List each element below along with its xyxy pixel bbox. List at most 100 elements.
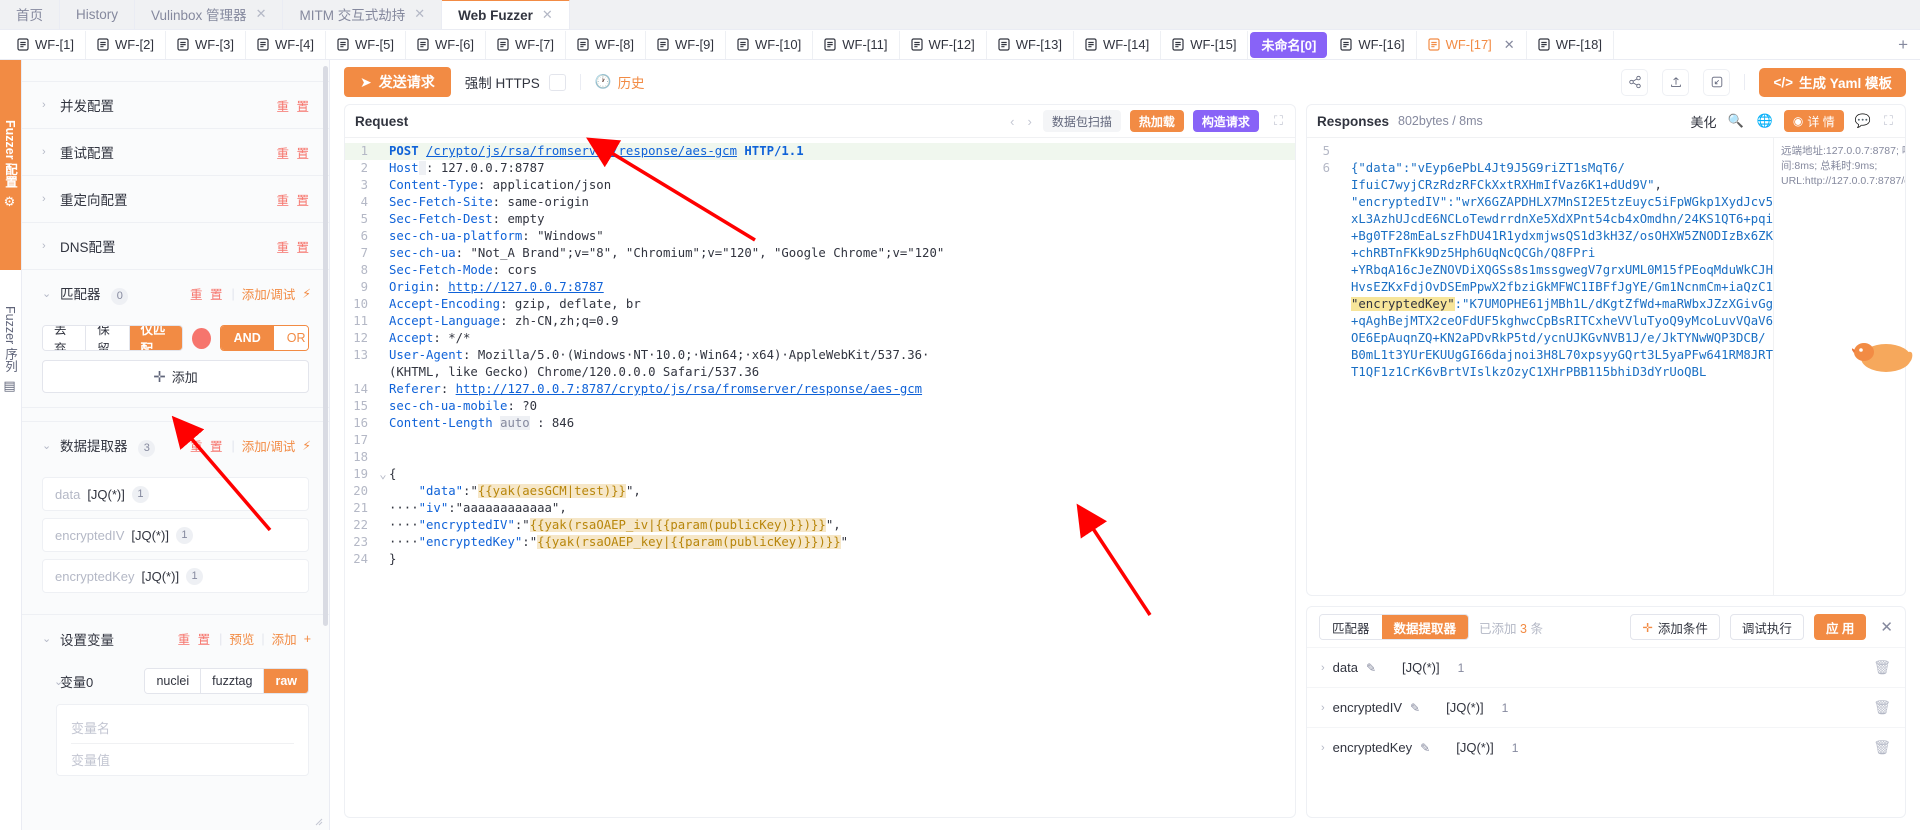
- variables-section-header[interactable]: ⌄ 设置变量 重 置 | 预览 | 添加 +: [22, 615, 329, 662]
- chevron-right-icon[interactable]: ›: [1321, 662, 1325, 674]
- build-request-button[interactable]: 构造请求: [1192, 110, 1259, 132]
- fuzzer-tab-2[interactable]: WF-[3]: [166, 30, 246, 59]
- fuzzer-tab-16[interactable]: WF-[16]: [1329, 30, 1417, 59]
- matcher-extractor-tabs[interactable]: 匹配器 数据提取器: [1319, 614, 1470, 640]
- chevron-right-icon[interactable]: ›: [1321, 702, 1325, 714]
- fuzzer-tab-18[interactable]: WF-[18]: [1527, 30, 1614, 59]
- expand-icon[interactable]: ⛶: [1272, 113, 1285, 129]
- variables-preview-button[interactable]: 预览: [229, 629, 254, 648]
- config-scroll-area[interactable]: › 并发配置重 置 › 重试配置重 置 › 重定向配置重 置 › DNS配置重 置 ⌄ 匹配器…: [22, 60, 329, 830]
- add-fuzzer-tab-button[interactable]: +: [1886, 35, 1920, 55]
- matcher-logic-group[interactable]: AND OR: [219, 325, 309, 351]
- share-icon[interactable]: [1621, 68, 1649, 96]
- send-request-button[interactable]: ➤ 发送请求: [344, 67, 451, 97]
- variable-mode-group[interactable]: nuclei fuzztag raw: [144, 668, 309, 694]
- request-editor[interactable]: 1 POST /crypto/js/rsa/fromserver/response…: [345, 138, 1295, 817]
- fuzzer-tab-bar[interactable]: WF-[1] WF-[2] WF-[3] WF-[4] WF-[5] WF-[6] WF-[…: [0, 30, 1920, 60]
- variable-mode-1[interactable]: fuzztag: [201, 669, 265, 693]
- rail-item-fuzzer-sequence[interactable]: Fuzzer 序列 ▤: [0, 270, 21, 430]
- variables-add-button[interactable]: 添加: [272, 629, 297, 648]
- matcher-mode-group[interactable]: 丢弃 保留 仅匹配: [42, 325, 183, 351]
- globe-icon[interactable]: 🌐: [1755, 113, 1775, 129]
- matcher-mode-0[interactable]: 丢弃: [43, 326, 87, 350]
- next-page-icon[interactable]: ›: [1026, 114, 1034, 129]
- resize-handle-icon[interactable]: [315, 818, 323, 826]
- fuzzer-tab-7[interactable]: WF-[8]: [566, 30, 646, 59]
- variables-reset-button[interactable]: 重 置: [178, 629, 212, 648]
- variable-value-input[interactable]: 变量值: [71, 744, 294, 769]
- add-condition-button[interactable]: ✛ 添加条件: [1630, 614, 1720, 640]
- config-section-reset-button[interactable]: 重 置: [277, 143, 311, 162]
- extractor-add-debug-button[interactable]: 添加/调试: [242, 436, 295, 455]
- config-section-reset-button[interactable]: 重 置: [277, 237, 311, 256]
- fuzzer-tab-10[interactable]: WF-[11]: [813, 30, 900, 59]
- delete-icon[interactable]: 🗑: [1873, 739, 1891, 756]
- config-scrollbar[interactable]: [323, 66, 328, 626]
- detail-button[interactable]: ◉ 详 情: [1783, 110, 1844, 132]
- fuzzer-tab-8[interactable]: WF-[9]: [646, 30, 726, 59]
- config-section-1[interactable]: › 重试配置 重 置: [22, 129, 329, 176]
- close-icon[interactable]: ✕: [1876, 618, 1893, 636]
- rail-item-fuzzer-config[interactable]: Fuzzer 配置 ⚙: [0, 60, 21, 270]
- extractor-item-2[interactable]: encryptedKey [JQ(*)] 1: [42, 559, 309, 593]
- matcher-add-debug-button[interactable]: 添加/调试: [242, 284, 295, 303]
- hot-reload-button[interactable]: 热加载: [1129, 110, 1184, 132]
- extractor-reset-button[interactable]: 重 置: [190, 436, 224, 455]
- search-icon[interactable]: 🔍: [1726, 113, 1746, 129]
- edit-icon[interactable]: ✎: [1410, 701, 1420, 715]
- packet-scan-button[interactable]: 数据包扫描: [1042, 110, 1121, 132]
- delete-icon[interactable]: 🗑: [1873, 699, 1891, 716]
- edit-icon[interactable]: ✎: [1420, 741, 1430, 755]
- config-section-2[interactable]: › 重定向配置 重 置: [22, 176, 329, 223]
- main-tab-4[interactable]: Web Fuzzer ✕: [442, 0, 570, 29]
- history-button[interactable]: 🕐 历史: [595, 72, 645, 92]
- matcher-section-header[interactable]: ⌄ 匹配器 0 重 置 | 添加/调试 ⚡: [22, 270, 329, 317]
- matcher-reset-button[interactable]: 重 置: [190, 284, 224, 303]
- force-https-checkbox[interactable]: [548, 73, 566, 91]
- fuzzer-tab-14[interactable]: WF-[15]: [1161, 30, 1249, 59]
- edit-icon[interactable]: ✎: [1366, 661, 1376, 675]
- import-icon[interactable]: [1703, 68, 1731, 96]
- fuzzer-tab-4[interactable]: WF-[5]: [326, 30, 406, 59]
- matcher-panel-tab-1[interactable]: 数据提取器: [1381, 615, 1469, 639]
- extractor-item-1[interactable]: encryptedIV [JQ(*)] 1: [42, 518, 309, 552]
- response-editor[interactable]: 5 6 {"data":"vEyp6ePbL4Jt9J5G9riZT1sMqT6/I…: [1307, 138, 1773, 595]
- variable-0-editor[interactable]: 变量名 变量值: [56, 704, 323, 826]
- expand-icon[interactable]: ⛶: [1882, 113, 1895, 129]
- fuzzer-tab-11[interactable]: WF-[12]: [900, 30, 987, 59]
- fuzzer-tab-12[interactable]: WF-[13]: [987, 30, 1074, 59]
- generate-yaml-template-button[interactable]: </> 生成 Yaml 模板: [1759, 67, 1906, 97]
- fuzzer-tab-5[interactable]: WF-[6]: [406, 30, 486, 59]
- close-icon[interactable]: ✕: [1504, 37, 1515, 53]
- main-tab-1[interactable]: History: [60, 0, 136, 29]
- apply-button[interactable]: 应 用: [1813, 614, 1867, 640]
- main-tab-2[interactable]: Vulinbox 管理器 ✕: [135, 0, 284, 29]
- main-tab-3[interactable]: MITM 交互式劫持 ✕: [283, 0, 443, 29]
- fuzzer-tab-13[interactable]: WF-[14]: [1074, 30, 1162, 59]
- variable-mode-2[interactable]: raw: [264, 669, 308, 693]
- config-section-reset-button[interactable]: 重 置: [277, 190, 311, 209]
- main-tab-bar[interactable]: 首页 History Vulinbox 管理器 ✕ MITM 交互式劫持 ✕ Web Fuz…: [0, 0, 1920, 30]
- beautify-button[interactable]: 美化: [1690, 112, 1716, 131]
- config-section-3[interactable]: › DNS配置 重 置: [22, 223, 329, 270]
- fuzzer-tab-0[interactable]: WF-[1]: [6, 30, 86, 59]
- fuzzer-tab-9[interactable]: WF-[10]: [726, 30, 814, 59]
- delete-icon[interactable]: 🗑: [1873, 659, 1891, 676]
- prev-page-icon[interactable]: ‹: [1008, 114, 1016, 129]
- close-icon[interactable]: ✕: [256, 6, 267, 22]
- matcher-logic-1[interactable]: OR: [273, 326, 308, 350]
- fuzzer-tab-17[interactable]: WF-[17] ✕: [1417, 30, 1527, 59]
- variable-mode-0[interactable]: nuclei: [145, 669, 202, 693]
- fuzzer-tab-3[interactable]: WF-[4]: [246, 30, 326, 59]
- fuzzer-tab-6[interactable]: WF-[7]: [486, 30, 566, 59]
- debug-exec-button[interactable]: 调试执行: [1729, 614, 1804, 640]
- comment-icon[interactable]: 💬: [1853, 113, 1873, 129]
- config-section-reset-button[interactable]: 重 置: [277, 96, 311, 115]
- close-icon[interactable]: ✕: [542, 7, 553, 23]
- extractor-section-header[interactable]: ⌄ 数据提取器 3 重 置 | 添加/调试 ⚡: [22, 422, 329, 469]
- extractor-condition-row-2[interactable]: › encryptedKey ✎ [JQ(*)] 1 🗑: [1307, 727, 1905, 767]
- config-section-0[interactable]: › 并发配置 重 置: [22, 82, 329, 129]
- variable-name-input[interactable]: 变量名: [71, 715, 294, 744]
- extractor-item-0[interactable]: data [JQ(*)] 1: [42, 477, 309, 511]
- matcher-mode-2[interactable]: 仅匹配: [129, 326, 182, 350]
